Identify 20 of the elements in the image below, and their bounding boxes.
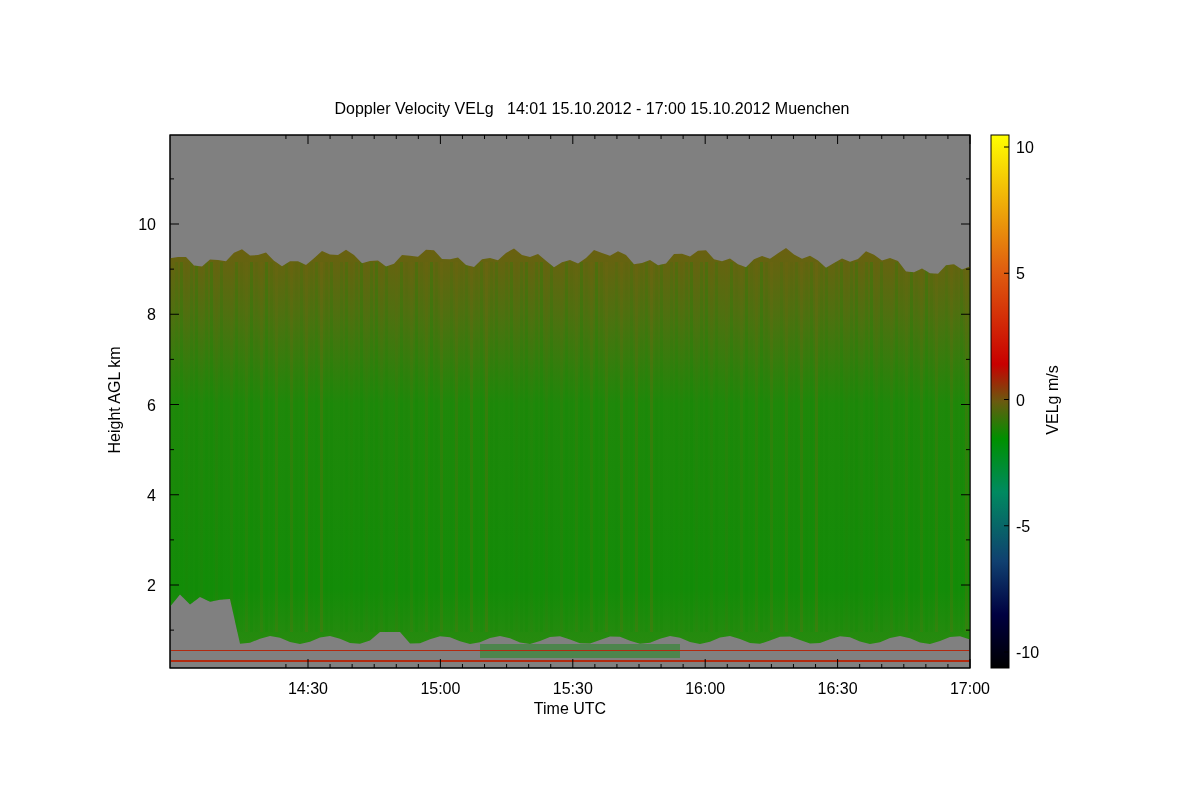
x-tick-label: 15:00 [420,680,461,697]
x-tick-label: 14:30 [288,680,328,697]
colorbar-label: VELg m/s [1044,365,1061,435]
y-axis-label: Height AGL km [106,346,123,454]
y-tick-label: 4 [147,486,156,504]
colorbar-tick-label: -5 [1016,517,1031,535]
colorbar-tick-label: -10 [1016,644,1040,661]
colorbar-tick-label: 5 [1016,265,1025,283]
colorbar-tick-label: 10 [1016,139,1034,156]
y-tick-label: 2 [147,577,156,594]
x-tick-label: 16:30 [817,680,858,697]
y-tick-label: 10 [138,216,156,233]
colorbar-tick-label: 0 [1016,391,1025,409]
plot-title: Doppler Velocity VELg 14:01 15.10.2012 - 17:00 15.10.2012 Muenchen [334,100,850,117]
y-tick-label: 6 [147,396,156,414]
y-tick-label: 8 [147,306,156,324]
x-tick-label: 17:00 [950,680,990,697]
x-tick-label: 15:30 [552,680,593,697]
x-axis-label: Time UTC [533,700,607,717]
x-tick-label: 16:00 [685,680,726,697]
